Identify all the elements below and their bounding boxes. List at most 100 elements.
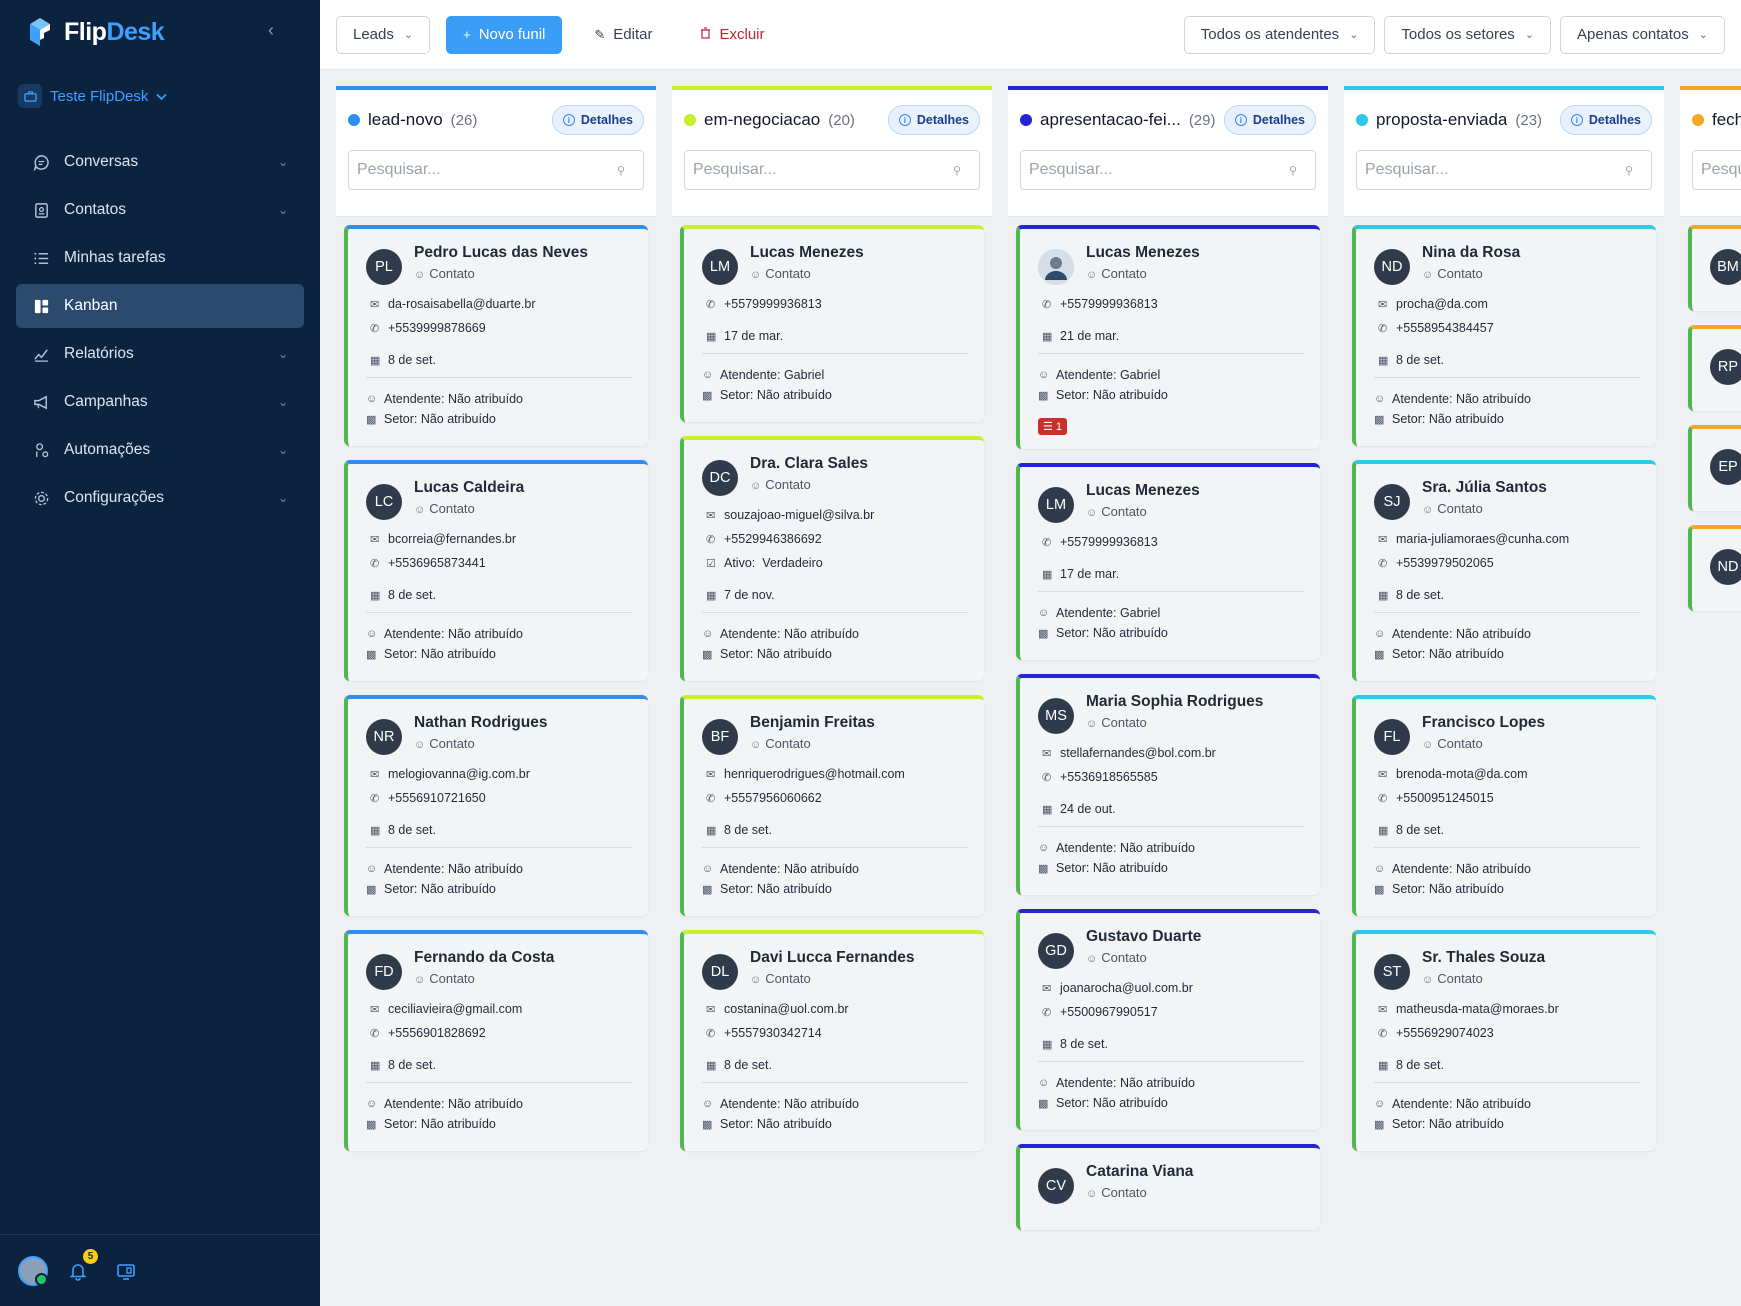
contact-card[interactable]: CV Catarina Viana ☺ Contato: [1016, 1144, 1320, 1230]
contact-avatar: BM: [1710, 249, 1741, 285]
date-value: 8 de set.: [388, 588, 436, 602]
contact-card[interactable]: FL Francisco Lopes ☺ Contato ✉ brenoda-mota@d…: [1352, 695, 1656, 916]
nav-item-automacoes[interactable]: Automações ⌄: [16, 428, 304, 472]
column-search-input[interactable]: [357, 161, 617, 179]
phone-icon: ✆: [1378, 322, 1388, 335]
contact-type: ☺ Contato: [1086, 950, 1201, 965]
user-avatar[interactable]: [18, 1255, 48, 1286]
contact-email: ✉ souzajoao-miguel@silva.br: [706, 508, 968, 522]
nav-item-label: Minhas tarefas: [64, 249, 166, 266]
contact-phone: ✆ +5579999936813: [1042, 297, 1304, 311]
edit-button[interactable]: ✎ Editar: [578, 15, 669, 54]
contact-card[interactable]: FD Fernando da Costa ☺ Contato ✉ ceciliavieir…: [344, 930, 648, 1151]
delete-button[interactable]: Excluir: [684, 15, 781, 54]
column-details-button[interactable]: i Detalhes: [1559, 105, 1652, 135]
column-color-dot: [1356, 114, 1368, 126]
brand-name: FlipDesk: [64, 17, 165, 47]
sectors-filter-select[interactable]: Todos os setores ⌄: [1384, 15, 1552, 54]
kanban-board: lead-novo (26) i Detalhes ⚲ PL Pedro Lucas das…: [336, 86, 1741, 1274]
agents-filter-select[interactable]: Todos os atendentes ⌄: [1183, 15, 1376, 54]
card-header: LM Lucas Menezes ☺ Contato: [1038, 481, 1304, 523]
column-search-input[interactable]: [1029, 161, 1289, 179]
contact-email: ✉ brenoda-mota@da.com: [1378, 767, 1640, 781]
task-list-icon: [32, 249, 50, 267]
contact-card[interactable]: SJ Sra. Júlia Santos ☺ Contato ✉ maria-juliam…: [1352, 460, 1656, 681]
contact-type-label: Contato: [765, 477, 811, 492]
funnel-select[interactable]: Leads ⌄: [336, 15, 431, 54]
nav-item-minhas-tarefas[interactable]: Minhas tarefas: [16, 236, 304, 280]
user-icon: ☺: [750, 974, 762, 986]
contact-type: ☺ Contato: [414, 501, 524, 516]
contact-card[interactable]: LC Lucas Caldeira ☺ Contato ✉ bcorreia@fernan…: [344, 460, 648, 681]
contact-card[interactable]: BM: [1688, 225, 1741, 311]
contact-card[interactable]: GD Gustavo Duarte ☺ Contato ✉ joanarocha@uol.…: [1016, 909, 1320, 1130]
contact-card[interactable]: DL Davi Lucca Fernandes ☺ Contato ✉ costanina…: [680, 930, 984, 1151]
chevron-down-icon: ⌄: [277, 491, 288, 505]
email-value: ceciliavieira@gmail.com: [388, 1002, 523, 1016]
contact-type-label: Contato: [765, 971, 811, 986]
card-agent: ☺ Atendente: Não atribuído: [1374, 1097, 1640, 1111]
contact-date: ▦ 8 de set.: [1378, 588, 1640, 602]
layout-toggle-button[interactable]: [116, 1261, 136, 1281]
chevron-down-icon: ⌄: [277, 155, 288, 169]
nav-item-configuracoes[interactable]: Configurações ⌄: [16, 476, 304, 520]
new-funnel-button[interactable]: + Novo funil: [446, 15, 563, 54]
collapse-sidebar-button[interactable]: ‹: [268, 20, 284, 44]
contact-card[interactable]: LM Lucas Menezes ☺ Contato ✆ +5579999936813 ▦ 1…: [680, 225, 984, 422]
brand-name-desk: Desk: [106, 17, 165, 46]
column-details-button[interactable]: i Detalhes: [1223, 105, 1316, 135]
contact-card[interactable]: LM Lucas Menezes ☺ Contato ✆ +5579999936813 ▦ 1…: [1016, 463, 1320, 660]
contact-card[interactable]: ST Sr. Thales Souza ☺ Contato ✉ matheusda-mat…: [1352, 930, 1656, 1151]
nav-item-kanban[interactable]: Kanban: [16, 284, 304, 328]
column-search-input[interactable]: [1365, 161, 1625, 179]
contact-type: ☺ Contato: [414, 736, 547, 751]
nav-item-relatorios[interactable]: Relatórios ⌄: [16, 332, 304, 376]
agent-value: Atendente: Gabriel: [720, 368, 825, 382]
notifications-button[interactable]: 5: [68, 1248, 98, 1281]
contact-card[interactable]: NR Nathan Rodrigues ☺ Contato ✉ melogiovanna@…: [344, 695, 648, 916]
building-icon: ▩: [702, 1118, 713, 1131]
column-search-input[interactable]: [1701, 161, 1741, 179]
card-divider: [702, 847, 968, 848]
contact-card[interactable]: RP: [1688, 325, 1741, 411]
card-sector: ▩ Setor: Não atribuído: [366, 882, 632, 896]
contact-card[interactable]: PL Pedro Lucas das Neves ☺ Contato ✉ da-rosai…: [344, 225, 648, 446]
checkbox-checked-icon: ☑: [706, 557, 716, 570]
nav-item-label: Contatos: [64, 201, 127, 218]
contact-card[interactable]: DC Dra. Clara Sales ☺ Contato ✉ souzajoao-mig…: [680, 436, 984, 681]
contacts-filter-select[interactable]: Apenas contatos ⌄: [1560, 15, 1725, 54]
email-value: matheusda-mata@moraes.br: [1396, 1002, 1559, 1016]
user-icon: ☺: [750, 480, 762, 492]
chevron-down-icon: ⌄: [1349, 29, 1359, 41]
contact-card[interactable]: EP: [1688, 425, 1741, 511]
contact-phone: ✆ +5557956060662: [706, 791, 968, 805]
contact-date: ▦ 8 de set.: [1378, 1058, 1640, 1072]
column-color-dot: [1692, 114, 1704, 126]
chevron-down-icon: ⌄: [1524, 29, 1535, 41]
contact-email: ✉ da-rosaisabella@duarte.br: [370, 297, 632, 311]
sector-value: Setor: Não atribuído: [1392, 1117, 1504, 1131]
nav-item-conversas[interactable]: Conversas ⌄: [16, 140, 304, 184]
building-icon: ▩: [702, 648, 713, 661]
workspace-selector[interactable]: Teste FlipDesk: [18, 78, 302, 114]
contact-card[interactable]: MS Maria Sophia Rodrigues ☺ Contato ✉ stellaf…: [1016, 674, 1320, 895]
phone-value: +5558954384457: [1396, 321, 1494, 335]
contact-card[interactable]: BF Benjamin Freitas ☺ Contato ✉ henriquerodri…: [680, 695, 984, 916]
card-sector: ▩ Setor: Não atribuído: [1374, 412, 1640, 426]
contact-card[interactable]: Lucas Menezes ☺ Contato ✆ +5579999936813 ▦ 21 …: [1016, 225, 1320, 449]
nav-item-campanhas[interactable]: Campanhas ⌄: [16, 380, 304, 424]
contact-type: ☺ Contato: [1086, 1185, 1193, 1200]
column-details-button[interactable]: i Detalhes: [887, 105, 980, 135]
task-count-badge[interactable]: ☰ 1: [1038, 418, 1068, 435]
column-details-button[interactable]: i Detalhes: [551, 105, 644, 135]
nav-item-contatos[interactable]: Contatos ⌄: [16, 188, 304, 232]
card-divider: [366, 377, 632, 378]
contact-card[interactable]: ND Nina da Rosa ☺ Contato ✉ procha@da.com ✆ +55…: [1352, 225, 1656, 446]
contact-phone: ✆ +5536918565585: [1042, 770, 1304, 784]
contact-card[interactable]: ND: [1688, 525, 1741, 611]
card-agent: ☺ Atendente: Não atribuído: [702, 862, 968, 876]
phone-icon: ✆: [706, 792, 716, 805]
card-header: GD Gustavo Duarte ☺ Contato: [1038, 927, 1304, 969]
sector-value: Setor: Não atribuído: [1056, 388, 1168, 402]
column-search-input[interactable]: [693, 161, 953, 179]
